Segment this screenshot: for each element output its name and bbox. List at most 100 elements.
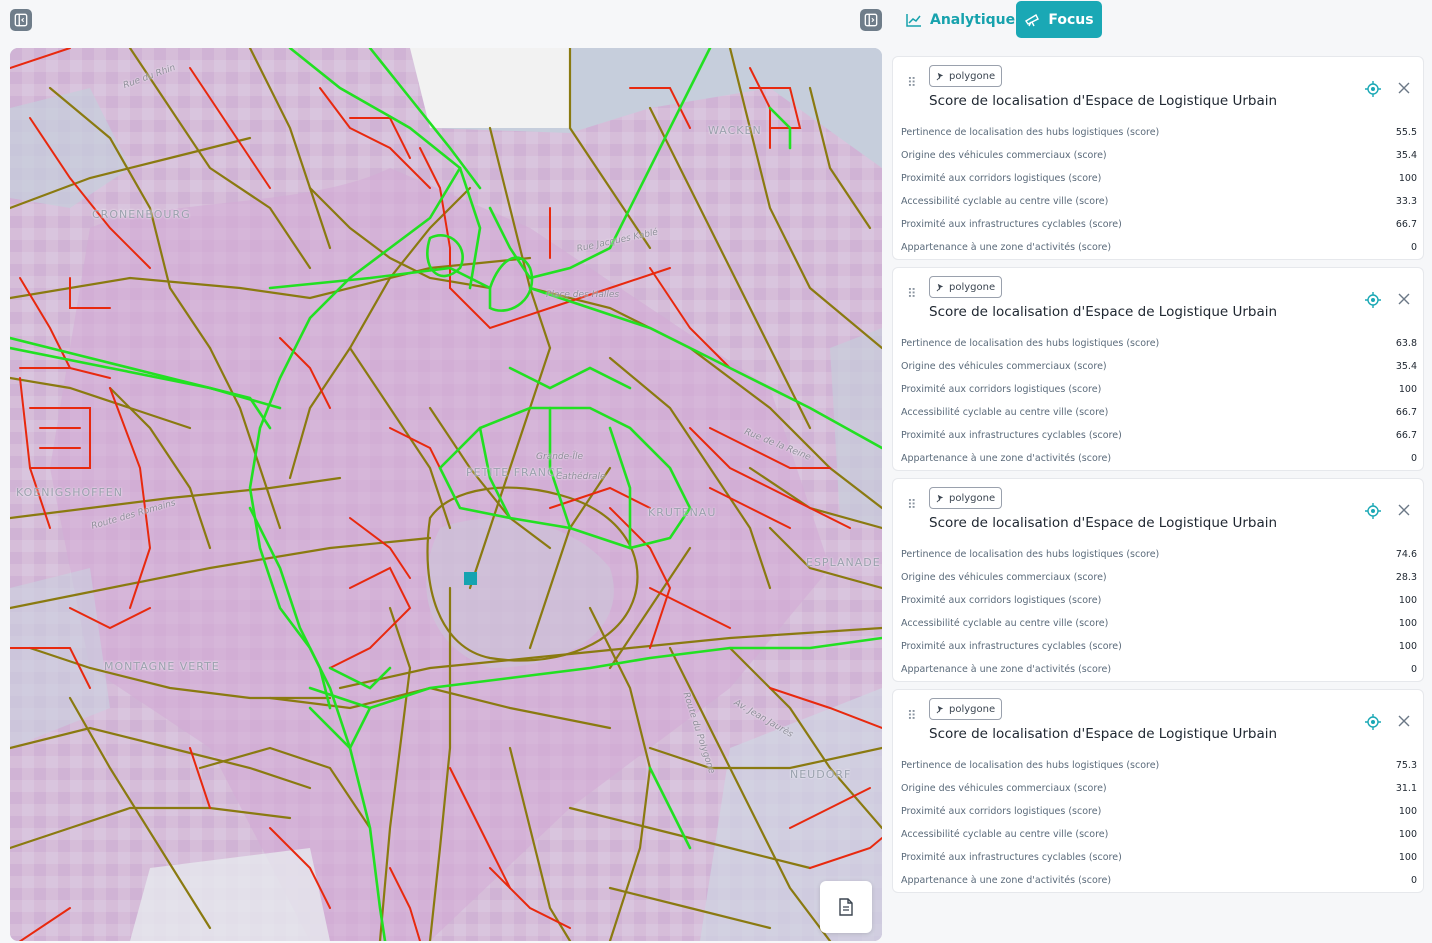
drag-handle-icon[interactable]: ⠿ (907, 710, 918, 723)
score-value: 35.4 (1395, 150, 1417, 161)
card-title: Score de localisation d'Espace de Logist… (929, 93, 1278, 109)
badge-label: polygone (949, 281, 996, 293)
card-title: Score de localisation d'Espace de Logist… (929, 304, 1278, 320)
map-label-petite-france: PETITE FRANCE (466, 466, 564, 479)
score-row: Pertinence de localisation des hubs logi… (901, 121, 1417, 144)
locate-icon[interactable] (1365, 292, 1381, 308)
score-row: Pertinence de localisation des hubs logi… (901, 543, 1417, 566)
score-row: Proximité aux infrastructures cyclables … (901, 635, 1417, 658)
score-card: ⠿ polygone Score de localisation d'Espac… (892, 267, 1424, 471)
score-value: 28.3 (1395, 572, 1417, 583)
locate-icon[interactable] (1365, 81, 1381, 97)
score-value: 0 (1410, 242, 1417, 253)
panel-left-icon (14, 13, 28, 27)
close-icon[interactable] (1397, 503, 1411, 517)
collapse-right-panel-button[interactable] (860, 9, 882, 31)
map-label-cathedrale: Cathédrale (556, 472, 606, 482)
report-button[interactable] (820, 881, 872, 933)
score-row: Appartenance à une zone d'activités (sco… (901, 658, 1417, 681)
score-label: Accessibilité cyclable au centre ville (… (901, 407, 1109, 418)
score-card: ⠿ polygone Score de localisation d'Espac… (892, 689, 1424, 893)
tab-analytique-label: Analytique (930, 12, 1016, 28)
locate-icon[interactable] (1365, 714, 1381, 730)
line-chart-icon (906, 14, 921, 27)
score-value: 100 (1398, 829, 1417, 840)
telescope-icon (1025, 13, 1040, 26)
close-icon[interactable] (1397, 292, 1411, 306)
score-row: Proximité aux corridors logistiques (sco… (901, 378, 1417, 401)
score-row: Pertinence de localisation des hubs logi… (901, 754, 1417, 777)
drag-handle-icon[interactable]: ⠿ (907, 77, 918, 90)
top-toolbar: Analytique Focus (0, 0, 1432, 44)
pin-icon (936, 72, 944, 80)
score-row: Accessibilité cyclable au centre ville (… (901, 823, 1417, 846)
map-view[interactable]: CRONENBOURG WACKEN KOENIGSHOFFEN PETITE … (10, 48, 882, 941)
map-label-esplanade: ESPLANADE (806, 556, 881, 569)
polygone-badge: polygone (929, 487, 1003, 509)
score-label: Accessibilité cyclable au centre ville (… (901, 196, 1109, 207)
map-layer (10, 48, 882, 941)
score-row: Pertinence de localisation des hubs logi… (901, 332, 1417, 355)
map-label-koenigshoffen: KOENIGSHOFFEN (16, 486, 123, 499)
polygone-badge: polygone (929, 698, 1003, 720)
score-row: Origine des véhicules commerciaux (score… (901, 777, 1417, 800)
score-label: Proximité aux infrastructures cyclables … (901, 430, 1122, 441)
card-title: Score de localisation d'Espace de Logist… (929, 726, 1278, 742)
score-label: Proximité aux infrastructures cyclables … (901, 852, 1122, 863)
score-card: ⠿ polygone Score de localisation d'Espac… (892, 56, 1424, 260)
tab-analytique[interactable]: Analytique (900, 6, 1021, 34)
score-value: 100 (1398, 806, 1417, 817)
score-row: Accessibilité cyclable au centre ville (… (901, 401, 1417, 424)
polygone-badge: polygone (929, 65, 1003, 87)
close-icon[interactable] (1397, 714, 1411, 728)
close-icon[interactable] (1397, 81, 1411, 95)
score-label: Pertinence de localisation des hubs logi… (901, 127, 1160, 138)
score-row: Appartenance à une zone d'activités (sco… (901, 447, 1417, 470)
score-value: 0 (1410, 453, 1417, 464)
card-title: Score de localisation d'Espace de Logist… (929, 515, 1278, 531)
pin-icon (936, 494, 944, 502)
score-label: Pertinence de localisation des hubs logi… (901, 338, 1160, 349)
score-row: Proximité aux corridors logistiques (sco… (901, 589, 1417, 612)
score-label: Proximité aux corridors logistiques (sco… (901, 384, 1102, 395)
score-label: Appartenance à une zone d'activités (sco… (901, 664, 1112, 675)
score-row: Appartenance à une zone d'activités (sco… (901, 236, 1417, 259)
score-row: Proximité aux infrastructures cyclables … (901, 846, 1417, 869)
pin-icon (936, 283, 944, 291)
score-row: Origine des véhicules commerciaux (score… (901, 355, 1417, 378)
score-value: 66.7 (1395, 219, 1417, 230)
map-label-grande-ile: Grande-Île (536, 452, 584, 462)
map-label-krutenau: KRUTENAU (648, 506, 717, 519)
score-value: 74.6 (1395, 549, 1417, 560)
locate-icon[interactable] (1365, 503, 1381, 519)
tab-focus-label: Focus (1048, 11, 1094, 28)
score-label: Pertinence de localisation des hubs logi… (901, 760, 1160, 771)
score-row: Accessibilité cyclable au centre ville (… (901, 612, 1417, 635)
score-value: 75.3 (1395, 760, 1417, 771)
drag-handle-icon[interactable]: ⠿ (907, 288, 918, 301)
map-label-cronenbourg: CRONENBOURG (92, 208, 191, 221)
score-label: Proximité aux infrastructures cyclables … (901, 219, 1122, 230)
score-value: 100 (1398, 595, 1417, 606)
score-value: 100 (1398, 173, 1417, 184)
map-label-place-des-halles: Place des Halles (546, 290, 620, 300)
score-card: ⠿ polygone Score de localisation d'Espac… (892, 478, 1424, 682)
score-value: 0 (1410, 664, 1417, 675)
score-label: Origine des véhicules commerciaux (score… (901, 572, 1107, 583)
drag-handle-icon[interactable]: ⠿ (907, 499, 918, 512)
score-row: Origine des véhicules commerciaux (score… (901, 144, 1417, 167)
badge-label: polygone (949, 492, 996, 504)
score-label: Appartenance à une zone d'activités (sco… (901, 453, 1112, 464)
score-row: Origine des véhicules commerciaux (score… (901, 566, 1417, 589)
collapse-left-panel-button[interactable] (10, 9, 32, 31)
map-label-montagne-verte: MONTAGNE VERTE (104, 660, 220, 673)
score-label: Origine des véhicules commerciaux (score… (901, 783, 1107, 794)
score-value: 100 (1398, 618, 1417, 629)
score-label: Proximité aux infrastructures cyclables … (901, 641, 1122, 652)
score-value: 100 (1398, 384, 1417, 395)
score-label: Appartenance à une zone d'activités (sco… (901, 875, 1112, 886)
tab-focus[interactable]: Focus (1016, 1, 1102, 38)
score-value: 100 (1398, 641, 1417, 652)
focus-panel: ⠿ polygone Score de localisation d'Espac… (892, 56, 1424, 900)
score-value: 66.7 (1395, 407, 1417, 418)
